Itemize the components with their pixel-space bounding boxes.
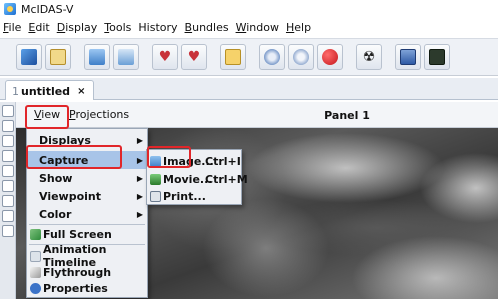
save-bundle-icon xyxy=(118,49,134,65)
menu-history[interactable]: History xyxy=(138,21,177,34)
submenu-arrow-icon: ▶ xyxy=(136,135,143,145)
menu-bar: File Edit Display Tools History Bundles … xyxy=(0,18,498,36)
menu-item-full-screen[interactable]: Full Screen xyxy=(27,225,147,243)
menu-window[interactable]: Window xyxy=(236,21,279,34)
monitor-icon xyxy=(400,49,416,65)
data-explorer-button[interactable] xyxy=(45,44,71,70)
info-icon xyxy=(30,282,41,294)
radioactive-icon: ☢ xyxy=(362,49,376,65)
menu-item-movie[interactable]: Movie... Ctrl+M xyxy=(147,170,248,188)
tab-number: 1 xyxy=(12,85,19,98)
menu-file[interactable]: File xyxy=(3,21,21,34)
annotation-highlight-image xyxy=(147,146,191,168)
mcidas-app-icon xyxy=(4,3,16,15)
menu-item-show[interactable]: Show ▶ xyxy=(27,169,147,187)
submenu-arrow-icon: ▶ xyxy=(136,173,143,183)
annotation-highlight-view xyxy=(25,105,69,129)
heart-icon: ♥ xyxy=(158,49,172,65)
stop-icon xyxy=(322,49,338,65)
tab-label: untitled xyxy=(21,85,71,98)
layer-controls-icon xyxy=(225,49,241,65)
dashboard-icon xyxy=(21,49,37,65)
tab-close-icon[interactable]: × xyxy=(77,86,85,97)
window-title: McIDAS-V xyxy=(21,2,74,16)
menu-help[interactable]: Help xyxy=(286,21,311,34)
flythrough-icon xyxy=(30,266,41,278)
layer-controls-button[interactable] xyxy=(220,44,246,70)
favorite-bundle-button[interactable]: ♥ xyxy=(152,44,178,70)
menu-display[interactable]: Display xyxy=(57,21,98,34)
terminal-icon xyxy=(429,49,445,65)
submenu-arrow-icon: ▶ xyxy=(136,191,143,201)
vertical-view-icon[interactable] xyxy=(2,180,14,192)
menu-item-print[interactable]: Print... xyxy=(147,187,241,205)
terminal-button[interactable] xyxy=(424,44,450,70)
annotation-highlight-capture xyxy=(26,145,122,169)
remove-favorite-button[interactable]: ♥ xyxy=(181,44,207,70)
reset-view-icon[interactable] xyxy=(2,135,14,147)
capture-image-button[interactable] xyxy=(259,44,285,70)
left-tool-strip xyxy=(0,102,16,299)
tab-untitled[interactable]: 1 untitled × xyxy=(5,80,95,100)
full-screen-icon xyxy=(30,228,41,240)
zoom-in-icon[interactable] xyxy=(2,105,14,117)
scale-icon[interactable] xyxy=(2,210,14,222)
animation-timeline-icon xyxy=(30,250,41,262)
zoom-out-icon[interactable] xyxy=(2,120,14,132)
rotate-icon[interactable] xyxy=(2,150,14,162)
menu-item-color[interactable]: Color ▶ xyxy=(27,205,147,223)
panel-title: Panel 1 xyxy=(324,109,370,122)
radioactive-button[interactable]: ☢ xyxy=(356,44,382,70)
stop-button[interactable] xyxy=(317,44,343,70)
dashboard-button[interactable] xyxy=(16,44,42,70)
printer-icon xyxy=(150,190,161,202)
menu-tools[interactable]: Tools xyxy=(104,21,131,34)
capture-image-icon xyxy=(264,49,280,65)
menu-item-viewpoint[interactable]: Viewpoint ▶ xyxy=(27,187,147,205)
capture-movie-button[interactable] xyxy=(288,44,314,70)
tab-bar: 1 untitled × xyxy=(0,78,498,100)
panel-header: View Projections Panel 1 xyxy=(16,102,498,128)
shortcut-ctrl-i: Ctrl+I xyxy=(205,154,241,168)
menu-bundles[interactable]: Bundles xyxy=(185,21,229,34)
main-toolbar: ♥ ♥ ☢ xyxy=(0,38,498,76)
data-explorer-icon xyxy=(50,49,66,65)
menu-item-properties[interactable]: Properties xyxy=(27,279,147,297)
globe-icon[interactable] xyxy=(2,225,14,237)
heart-remove-icon: ♥ xyxy=(187,49,201,65)
open-bundle-icon xyxy=(89,49,105,65)
shortcut-ctrl-m: Ctrl+M xyxy=(205,172,248,186)
3d-view-icon[interactable] xyxy=(2,195,14,207)
capture-movie-icon xyxy=(293,49,309,65)
pan-icon[interactable] xyxy=(2,165,14,177)
movie-icon xyxy=(150,173,161,185)
submenu-arrow-icon: ▶ xyxy=(136,209,143,219)
save-bundle-button[interactable] xyxy=(113,44,139,70)
title-bar: McIDAS-V xyxy=(0,0,498,18)
submenu-arrow-icon: ▶ xyxy=(136,155,143,165)
menu-edit[interactable]: Edit xyxy=(28,21,49,34)
monitor-button[interactable] xyxy=(395,44,421,70)
open-bundle-button[interactable] xyxy=(84,44,110,70)
